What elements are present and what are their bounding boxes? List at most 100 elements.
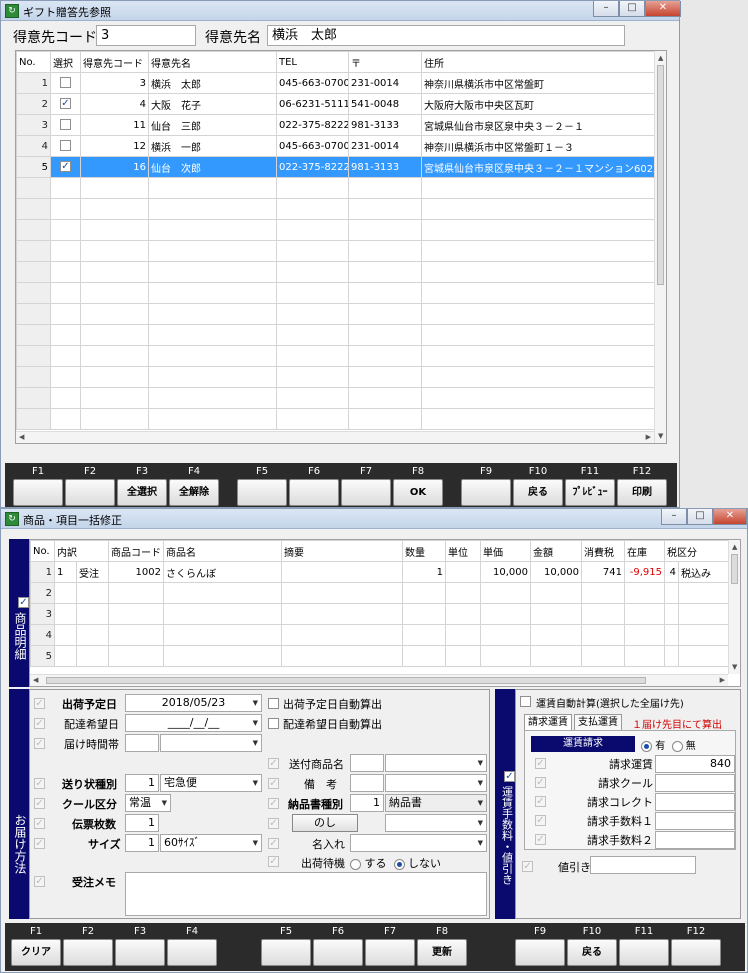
- table-row[interactable]: 1 3 横浜 太郎 045-663-0700 231-0014 神奈川県横浜市中区常盤町: [16, 72, 657, 94]
- discount-input[interactable]: [590, 856, 696, 874]
- fkey-f6-button[interactable]: [289, 479, 339, 506]
- fkey-f10-button[interactable]: 戻る: [513, 479, 563, 506]
- fkey-f9-button[interactable]: [515, 939, 565, 966]
- minimize-button[interactable]: –: [593, 1, 619, 17]
- ship-wait-yes-radio[interactable]: [350, 858, 361, 870]
- remarks-select[interactable]: [385, 774, 487, 792]
- grid-horizontal-scrollbar[interactable]: ◀ ▶: [16, 431, 654, 443]
- slip-type-select[interactable]: 宅急便: [160, 774, 262, 792]
- table-row[interactable]: 5 ✓ 16 仙台 次郎 022-375-8222 981-3133 宮城県仙台市泉区泉中央…: [16, 156, 657, 178]
- fkey-f5-button[interactable]: [261, 939, 311, 966]
- grid-vertical-scrollbar[interactable]: ▲ ▼: [654, 51, 666, 443]
- fee-no-radio[interactable]: [671, 740, 683, 752]
- cool-checkbox[interactable]: ✓: [34, 798, 45, 809]
- close-button[interactable]: ✕: [645, 1, 681, 17]
- items-checkbox[interactable]: ✓: [18, 596, 29, 608]
- column-header[interactable]: 得意先名: [148, 51, 277, 73]
- fkey-f1-button[interactable]: クリア: [11, 939, 61, 966]
- scroll-thumb[interactable]: [731, 554, 738, 584]
- size-checkbox[interactable]: ✓: [34, 838, 45, 849]
- column-header[interactable]: 金額: [530, 540, 582, 562]
- name-print-select[interactable]: [350, 834, 487, 852]
- column-header[interactable]: 摘要: [281, 540, 403, 562]
- table-row[interactable]: 1 1 受注 1002 さくらんぼ 1 10,000 10,000 741 -9,915 4 税込み: [30, 561, 731, 583]
- fee-item-input[interactable]: [655, 774, 735, 792]
- fkey-f8-button[interactable]: OK: [393, 479, 443, 506]
- column-header[interactable]: No.: [30, 540, 55, 562]
- time-slot-checkbox[interactable]: ✓: [34, 738, 45, 749]
- select-cell[interactable]: [50, 72, 81, 94]
- fkey-f4-button[interactable]: 全解除: [169, 479, 219, 506]
- tab-payment-fee[interactable]: 支払運賃: [574, 714, 622, 731]
- slip-type-checkbox[interactable]: ✓: [34, 778, 45, 789]
- noshi-checkbox[interactable]: ✓: [268, 818, 279, 829]
- column-header[interactable]: No.: [16, 51, 51, 73]
- remarks-code[interactable]: [350, 774, 384, 792]
- fkey-f7-button[interactable]: [365, 939, 415, 966]
- column-header[interactable]: 単位: [445, 540, 481, 562]
- maximize-button[interactable]: □: [619, 1, 645, 17]
- column-header[interactable]: 得意先コード: [80, 51, 149, 73]
- discount-checkbox[interactable]: ✓: [522, 861, 533, 872]
- item-grid-horizontal-scrollbar[interactable]: ◀ ▶: [30, 674, 728, 686]
- column-header[interactable]: 単価: [480, 540, 531, 562]
- fee-item-input[interactable]: [655, 831, 735, 849]
- column-header[interactable]: 在庫: [624, 540, 665, 562]
- customer-name-input[interactable]: 横浜 太郎: [267, 25, 625, 46]
- noshi-select[interactable]: [385, 814, 487, 832]
- scroll-thumb[interactable]: [46, 677, 646, 684]
- tab-billing-fee[interactable]: 請求運賃: [524, 714, 572, 731]
- fee-item-input[interactable]: [655, 793, 735, 811]
- select-checkbox[interactable]: ✓: [60, 161, 71, 173]
- size-code[interactable]: 1: [125, 834, 159, 852]
- column-header[interactable]: 商品コード: [108, 540, 164, 562]
- fkey-f3-button[interactable]: 全選択: [117, 479, 167, 506]
- time-slot-select[interactable]: [160, 734, 262, 752]
- select-checkbox[interactable]: [60, 77, 71, 89]
- fee-auto-checkbox[interactable]: [520, 696, 531, 707]
- fee-item-checkbox[interactable]: ✓: [535, 834, 546, 845]
- ship-auto-checkbox[interactable]: [268, 698, 279, 709]
- size-select[interactable]: 60ｻｲｽﾞ: [160, 834, 262, 852]
- fkey-f9-button[interactable]: [461, 479, 511, 506]
- table-row[interactable]: 2 ✓ 4 大阪 花子 06-6231-5111 541-0048 大阪府大阪市中央区瓦町: [16, 93, 657, 115]
- invoice-type-checkbox[interactable]: ✓: [268, 798, 279, 809]
- scroll-thumb[interactable]: [657, 65, 664, 285]
- table-row[interactable]: 3 11 仙台 三郎 022-375-8222 981-3133 宮城県仙台市泉区泉中央３…: [16, 114, 657, 136]
- fkey-f11-button[interactable]: ﾌﾟﾚﾋﾞｭｰ: [565, 479, 615, 506]
- column-header[interactable]: 数量: [402, 540, 446, 562]
- memo-checkbox[interactable]: ✓: [34, 876, 45, 887]
- fkey-f2-button[interactable]: [63, 939, 113, 966]
- column-header[interactable]: 商品名: [163, 540, 282, 562]
- invoice-type-select[interactable]: 納品書: [385, 794, 487, 812]
- item-grid-vertical-scrollbar[interactable]: ▲ ▼: [728, 540, 740, 674]
- fkey-f11-button[interactable]: [619, 939, 669, 966]
- column-header[interactable]: 税区分: [664, 540, 731, 562]
- send-name-checkbox[interactable]: ✓: [268, 758, 279, 769]
- maximize-button[interactable]: □: [687, 509, 713, 525]
- remarks-checkbox[interactable]: ✓: [268, 778, 279, 789]
- fee-item-checkbox[interactable]: ✓: [535, 777, 546, 788]
- select-cell[interactable]: ✓: [50, 156, 81, 178]
- fkey-f4-button[interactable]: [167, 939, 217, 966]
- column-header[interactable]: 内訳: [54, 540, 109, 562]
- select-cell[interactable]: [50, 135, 81, 157]
- select-checkbox[interactable]: [60, 119, 71, 131]
- name-print-checkbox[interactable]: ✓: [268, 838, 279, 849]
- fkey-f7-button[interactable]: [341, 479, 391, 506]
- fee-section-checkbox[interactable]: ✓: [504, 771, 515, 782]
- cool-select[interactable]: 常温: [125, 794, 171, 812]
- ship-date-checkbox[interactable]: ✓: [34, 698, 45, 709]
- fee-yes-radio[interactable]: [641, 740, 652, 752]
- send-name-code[interactable]: [350, 754, 384, 772]
- send-name-select[interactable]: [385, 754, 487, 772]
- column-header[interactable]: 〒: [348, 51, 422, 73]
- select-cell[interactable]: ✓: [50, 93, 81, 115]
- fkey-f12-button[interactable]: 印刷: [617, 479, 667, 506]
- fee-item-input[interactable]: 840: [655, 755, 735, 773]
- table-row[interactable]: 4 12 横浜 一郎 045-663-0700 231-0014 神奈川県横浜市中区常盤町…: [16, 135, 657, 157]
- slip-count-input[interactable]: 1: [125, 814, 159, 832]
- fee-item-checkbox[interactable]: ✓: [535, 815, 546, 826]
- fkey-f3-button[interactable]: [115, 939, 165, 966]
- fkey-f5-button[interactable]: [237, 479, 287, 506]
